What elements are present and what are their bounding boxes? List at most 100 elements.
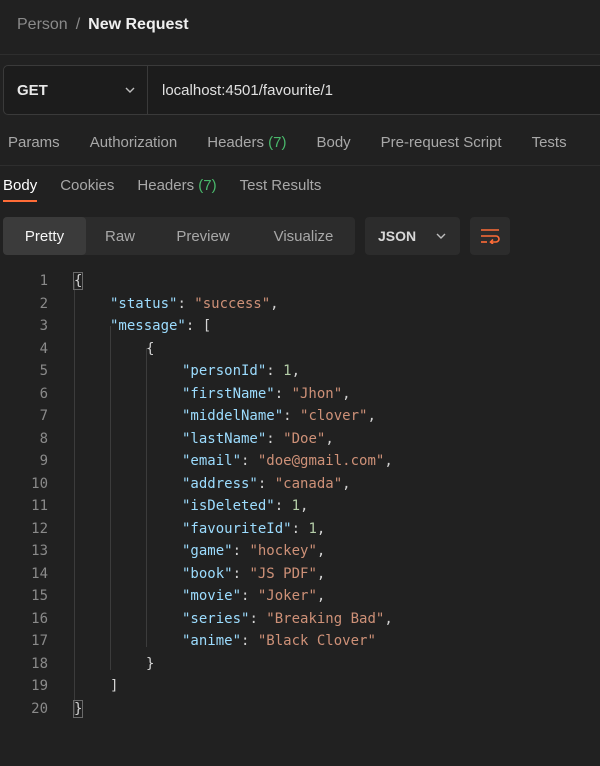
code-line: 2 "status": "success", bbox=[0, 293, 600, 316]
code-text: "favouriteId": 1, bbox=[182, 518, 325, 541]
code-line: 9 "email": "doe@gmail.com", bbox=[0, 450, 600, 473]
json-key: "status" bbox=[110, 295, 178, 312]
json-colon: : bbox=[291, 520, 309, 537]
code-line: 5 "personId": 1, bbox=[0, 360, 600, 383]
view-preview-button[interactable]: Preview bbox=[154, 217, 252, 255]
line-number: 20 bbox=[31, 700, 48, 717]
json-colon: : bbox=[283, 408, 301, 424]
response-tab-headers-count: (7) bbox=[198, 177, 217, 194]
view-visualize-button[interactable]: Visualize bbox=[252, 217, 355, 255]
code-line: 19] bbox=[0, 675, 600, 698]
breadcrumb-parent[interactable]: Person bbox=[17, 16, 68, 34]
view-pretty-button[interactable]: Pretty bbox=[3, 217, 86, 255]
response-tab-test-results[interactable]: Test Results bbox=[240, 177, 322, 202]
tab-pre-request-script[interactable]: Pre-request Script bbox=[381, 134, 502, 151]
json-bracket: [ bbox=[202, 318, 212, 334]
json-key: "firstName" bbox=[182, 385, 275, 402]
json-key: "series" bbox=[182, 610, 250, 627]
response-tab-body[interactable]: Body bbox=[3, 177, 38, 202]
json-colon: : bbox=[274, 385, 292, 402]
response-tab-cookies[interactable]: Cookies bbox=[60, 177, 114, 202]
request-name[interactable]: New Request bbox=[88, 16, 188, 34]
tab-headers[interactable]: Headers (7) bbox=[207, 134, 286, 151]
code-line: 3 "message": [ bbox=[0, 315, 600, 338]
json-key: "message" bbox=[110, 318, 186, 334]
tab-headers-count: (7) bbox=[268, 134, 287, 151]
json-colon: : bbox=[266, 363, 284, 379]
line-number: 9 bbox=[39, 453, 48, 469]
json-colon: : bbox=[232, 565, 250, 582]
json-brace: } bbox=[146, 655, 155, 672]
json-colon: : bbox=[241, 633, 258, 649]
json-comma: , bbox=[325, 430, 334, 447]
json-number: 1 bbox=[308, 520, 317, 537]
wrap-lines-button[interactable] bbox=[470, 217, 510, 255]
json-colon: : bbox=[232, 543, 250, 559]
code-line: 10 "address": "canada", bbox=[0, 473, 600, 496]
json-string: "Jhon" bbox=[291, 385, 343, 402]
code-line: 11 "isDeleted": 1, bbox=[0, 495, 600, 518]
json-bracket: ] bbox=[110, 678, 119, 694]
code-line: 8 "lastName": "Doe", bbox=[0, 428, 600, 451]
request-tabs: Params Authorization Headers (7) Body Pr… bbox=[8, 134, 597, 151]
tab-tests[interactable]: Tests bbox=[532, 134, 567, 151]
json-comma: , bbox=[342, 385, 351, 402]
code-text: "isDeleted": 1, bbox=[182, 495, 308, 518]
method-label: GET bbox=[17, 81, 48, 99]
language-select[interactable]: JSON bbox=[365, 217, 460, 255]
response-tabs: Body Cookies Headers (7) Test Results bbox=[3, 177, 344, 202]
line-number: 18 bbox=[31, 655, 48, 672]
code-line: 15 "movie": "Joker", bbox=[0, 585, 600, 608]
json-comma: , bbox=[367, 408, 376, 424]
url-input[interactable] bbox=[148, 66, 600, 114]
code-line: 12 "favouriteId": 1, bbox=[0, 518, 600, 541]
json-string: "Doe" bbox=[283, 430, 326, 447]
line-number: 6 bbox=[39, 385, 48, 402]
view-mode-group: Pretty Raw Preview Visualize bbox=[3, 217, 355, 255]
json-key: "game" bbox=[182, 543, 233, 559]
code-line: 13 "game": "hockey", bbox=[0, 540, 600, 563]
line-number: 15 bbox=[31, 588, 48, 604]
response-tab-headers[interactable]: Headers (7) bbox=[137, 177, 216, 202]
json-comma: , bbox=[316, 565, 326, 582]
code-text: "middelName": "clover", bbox=[182, 405, 376, 428]
breadcrumb-separator: / bbox=[75, 16, 81, 33]
code-text: { bbox=[72, 270, 84, 293]
view-raw-button[interactable]: Raw bbox=[86, 217, 154, 255]
code-line: 16 "series": "Breaking Bad", bbox=[0, 608, 600, 631]
header-divider bbox=[0, 54, 600, 55]
tab-params[interactable]: Params bbox=[8, 134, 60, 151]
tab-authorization[interactable]: Authorization bbox=[90, 134, 178, 151]
code-text: "series": "Breaking Bad", bbox=[182, 608, 393, 631]
code-text: } bbox=[146, 653, 154, 676]
json-string: "canada" bbox=[274, 475, 343, 492]
code-line: 14 "book": "JS PDF", bbox=[0, 563, 600, 586]
code-text: "lastName": "Doe", bbox=[182, 428, 334, 451]
tab-headers-label: Headers bbox=[207, 134, 264, 151]
json-key: "email" bbox=[182, 453, 242, 469]
code-text: "message": [ bbox=[110, 315, 211, 338]
json-string: "hockey" bbox=[249, 543, 317, 559]
line-number: 4 bbox=[39, 340, 48, 357]
json-string: "Breaking Bad" bbox=[266, 610, 385, 627]
url-bar: GET bbox=[3, 65, 600, 115]
json-comma: , bbox=[384, 453, 393, 469]
tabs-divider bbox=[0, 165, 600, 166]
method-select[interactable]: GET bbox=[4, 66, 148, 114]
json-colon: : bbox=[177, 295, 195, 312]
code-text: { bbox=[146, 338, 154, 361]
code-text: "address": "canada", bbox=[182, 473, 351, 496]
json-key: "address" bbox=[182, 475, 258, 492]
line-number: 14 bbox=[31, 565, 48, 582]
json-colon: : bbox=[274, 498, 292, 514]
line-number: 1 bbox=[39, 273, 48, 289]
code-text: "email": "doe@gmail.com", bbox=[182, 450, 393, 473]
line-number: 10 bbox=[31, 475, 48, 492]
code-text: "book": "JS PDF", bbox=[182, 563, 325, 586]
tab-body[interactable]: Body bbox=[316, 134, 350, 151]
json-comma: , bbox=[316, 520, 326, 537]
code-line: 18} bbox=[0, 653, 600, 676]
line-number: 11 bbox=[31, 498, 48, 514]
line-number: 12 bbox=[31, 520, 48, 537]
response-body-viewer[interactable]: 1 {2 "status": "success", 3 "message": [ 4 {5 "… bbox=[0, 270, 600, 720]
